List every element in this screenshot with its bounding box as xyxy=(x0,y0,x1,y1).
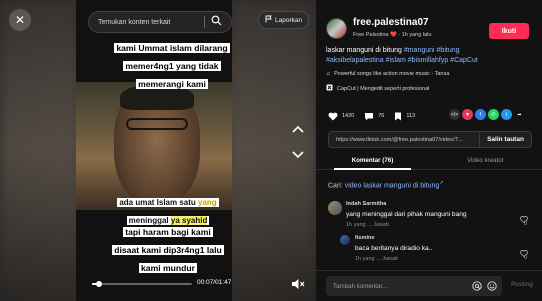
bookmark-icon xyxy=(395,112,402,120)
comment-count: 76 xyxy=(378,113,385,119)
video-caption-line: kami mundur xyxy=(139,263,197,273)
previous-video-button[interactable] xyxy=(289,120,307,138)
video-caption-line: memerangi kami xyxy=(136,79,208,89)
copy-link-button[interactable]: Salin tautan xyxy=(479,132,531,147)
panel-tabs: Komentar (76) Video kreator xyxy=(316,152,542,170)
report-label: Laporkan xyxy=(275,16,303,24)
comment-meta[interactable]: 1h yang ... Jawab xyxy=(355,256,398,262)
like-button[interactable]: 1420 xyxy=(328,112,354,121)
comment-placeholder: Tambah komentar... xyxy=(333,282,388,290)
close-button[interactable]: ✕ xyxy=(9,9,31,31)
related-search-input[interactable]: Temukan konten terkait xyxy=(88,11,232,33)
search-icon[interactable] xyxy=(211,13,225,31)
video-progress-handle[interactable] xyxy=(96,281,102,287)
author-subtitle: Free Palestina ❤️ · 1h yang lalu xyxy=(353,32,432,38)
twitter-icon: t xyxy=(505,111,508,118)
share-whatsapp-button[interactable]: ✆ xyxy=(488,109,499,120)
comment-button[interactable]: 76 xyxy=(364,112,384,121)
capcut-icon xyxy=(326,84,333,93)
comment-text: yang meninggal dari pihak manguni bang xyxy=(346,211,467,218)
share-facebook-button[interactable]: f xyxy=(475,109,486,120)
chevron-down-icon xyxy=(292,151,304,159)
comment-meta[interactable]: 1h yang ... Jawab xyxy=(346,222,389,228)
comment-author[interactable]: Itsmine xyxy=(355,235,375,241)
video-caption-line: memer4ng1 yang tidak xyxy=(123,61,221,71)
hashtag-link[interactable]: #aksibelapalestina xyxy=(326,57,384,64)
video-blur-left xyxy=(0,0,76,301)
save-button[interactable]: 113 xyxy=(394,112,415,121)
post-comment-button[interactable]: Posting xyxy=(511,282,533,288)
report-button[interactable]: Laporkan xyxy=(258,11,310,29)
video-person-image xyxy=(76,82,232,210)
save-count: 113 xyxy=(406,113,416,119)
like-count: 1420 xyxy=(342,113,355,119)
music-link[interactable]: ♫ Powerful songs like action movie music… xyxy=(326,71,449,77)
video-caption-line: tapi haram bagi kami xyxy=(123,227,213,237)
capcut-label: CapCut | Mengedit seperti profesional xyxy=(337,85,430,92)
hashtag-link[interactable]: #manguni xyxy=(404,47,435,54)
suggestion-query[interactable]: video laskar manguni di bitung xyxy=(345,182,440,189)
comment-input[interactable]: Tambah komentar... xyxy=(326,276,502,296)
volume-muted-icon xyxy=(292,279,305,289)
comment-text: baca beritanya diradio ka.. xyxy=(355,245,433,252)
hashtag-link[interactable]: #islam xyxy=(386,57,406,64)
video-progress-bar[interactable] xyxy=(92,281,192,287)
video-player[interactable]: kami Ummat islam dilarang memer4ng1 yang… xyxy=(0,0,316,301)
mention-icon[interactable] xyxy=(472,281,482,291)
suggestion-prefix: Cari: xyxy=(328,182,345,190)
flag-icon xyxy=(265,15,272,25)
comment-avatar[interactable] xyxy=(328,201,342,215)
video-link-url[interactable]: https://www.tiktok.com/@free.palestina07… xyxy=(329,137,479,143)
video-time: 00:07/01:47 xyxy=(197,279,232,286)
comment-composer: Tambah komentar... Posting xyxy=(316,270,542,301)
comment-like-count: 0 xyxy=(523,221,527,227)
music-note-icon: ♫ xyxy=(326,71,331,77)
details-panel: free.palestina07 Free Palestina ❤️ · 1h … xyxy=(316,0,542,301)
tab-creator-videos[interactable]: Video kreator xyxy=(429,152,542,169)
tab-comments[interactable]: Komentar (76) xyxy=(316,152,429,170)
close-icon: ✕ xyxy=(14,13,26,27)
repost-icon: ▼ xyxy=(465,111,470,118)
facebook-icon: f xyxy=(479,111,482,118)
share-buttons: </> ▼ f ✆ t ➦ xyxy=(449,109,525,120)
hashtag-link[interactable]: #CapCut xyxy=(450,57,478,64)
heart-icon xyxy=(328,112,338,120)
engagement-stats: 1420 76 113 xyxy=(328,109,425,123)
search-arrow-icon: ↗ xyxy=(439,180,444,186)
emoji-icon[interactable] xyxy=(487,281,497,291)
share-more-button[interactable]: ➦ xyxy=(514,109,525,120)
share-arrow-icon: ➦ xyxy=(517,111,522,118)
comment-avatar[interactable] xyxy=(340,235,350,245)
next-video-button[interactable] xyxy=(289,146,307,164)
embed-button[interactable]: </> xyxy=(449,109,460,120)
video-caption-line: kami Ummat islam dilarang xyxy=(114,43,230,53)
search-divider xyxy=(204,16,205,28)
comment-search-suggestion[interactable]: Cari: video laskar manguni di bitung↗ xyxy=(328,180,444,189)
video-caption-bottom: tapi haram bagi kami disaat kami dip3r4n… xyxy=(101,222,235,276)
share-twitter-button[interactable]: t xyxy=(501,109,512,120)
comment-like-count: 0 xyxy=(523,255,527,261)
hashtag-link[interactable]: #bismillahfyp xyxy=(408,57,448,64)
comment-author[interactable]: Indah Sarmitha xyxy=(346,201,386,207)
music-title: Powerful songs like action movie music -… xyxy=(334,71,450,77)
capcut-link[interactable]: CapCut | Mengedit seperti profesional xyxy=(326,84,429,93)
video-link-field[interactable]: https://www.tiktok.com/@free.palestina07… xyxy=(328,131,532,148)
search-placeholder: Temukan konten terkait xyxy=(98,18,171,26)
chevron-up-icon xyxy=(292,125,304,133)
author-avatar[interactable] xyxy=(326,18,347,39)
share-repost-button[interactable]: ▼ xyxy=(462,109,473,120)
whatsapp-icon: ✆ xyxy=(491,111,496,118)
author-username[interactable]: free.palestina07 xyxy=(353,17,429,28)
video-description: laskar manguni di bitung #manguni #bitun… xyxy=(326,46,532,66)
hashtag-link[interactable]: #bitung xyxy=(437,47,460,54)
follow-button[interactable]: Ikuti xyxy=(489,23,529,39)
video-caption-highlight: yang xyxy=(198,198,217,207)
comment-icon xyxy=(365,112,374,120)
video-caption-line: disaat kami dip3r4ng1 lalu xyxy=(112,245,224,255)
mute-button[interactable] xyxy=(291,277,305,289)
embed-icon: </> xyxy=(450,111,459,118)
description-text: laskar manguni di bitung xyxy=(326,47,404,54)
video-caption-text: ada umat Islam satu xyxy=(119,198,199,207)
video-caption-top: kami Ummat islam dilarang memer4ng1 yang… xyxy=(97,38,247,92)
